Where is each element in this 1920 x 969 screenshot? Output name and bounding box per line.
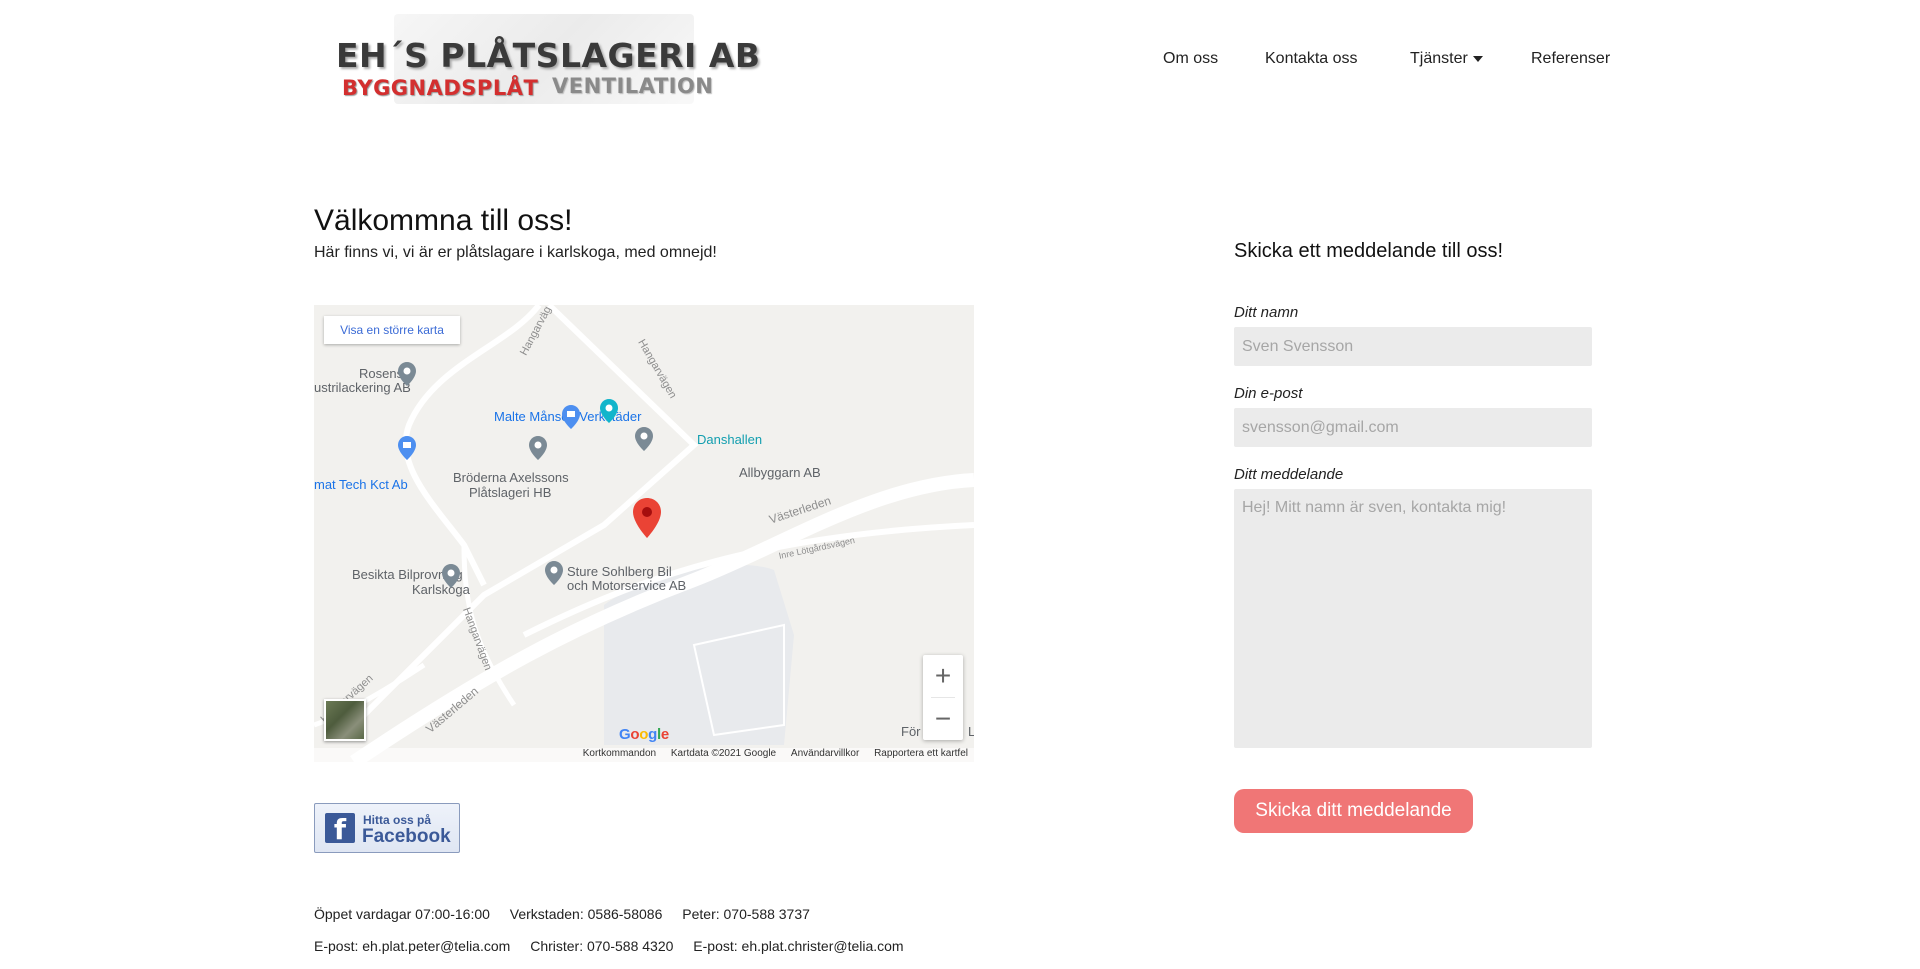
facebook-badge-button[interactable]: f Hitta oss på Facebook [314, 803, 460, 853]
map-data-text: Kartdata ©2021 Google [670, 748, 777, 759]
place-danshallen[interactable]: Danshallen [697, 432, 762, 447]
embedded-map[interactable]: Visa en större karta Rosensjö ustrilacke… [314, 305, 974, 762]
location-marker-icon[interactable] [633, 498, 661, 538]
nav-contact[interactable]: Kontakta oss [1265, 50, 1358, 68]
place-sture-2[interactable]: och Motorservice AB [567, 578, 686, 593]
contact-info-row-1: Öppet vardagar 07:00-16:00 Verkstaden: 0… [314, 906, 826, 922]
name-input[interactable] [1234, 327, 1592, 366]
place-axelssons-1[interactable]: Bröderna Axelssons [453, 470, 569, 485]
map-pin-gray-icon[interactable] [545, 561, 563, 585]
facebook-badge-line2: Facebook [362, 826, 451, 847]
christer-phone: Christer: 070-588 4320 [530, 938, 674, 954]
map-footer: Kortkommandon Kartdata ©2021 Google Anvä… [314, 748, 974, 762]
shop-pin-icon[interactable] [562, 405, 580, 429]
google-logo: Google [619, 726, 669, 743]
place-besikta-2[interactable]: Karlskoga [412, 582, 470, 597]
caret-down-icon [1472, 55, 1483, 62]
facebook-icon: f [325, 813, 355, 846]
contact-info-row-2: E-post: eh.plat.peter@telia.com Christer… [314, 938, 920, 954]
larger-map-button[interactable]: Visa en större karta [324, 316, 460, 344]
nav-about[interactable]: Om oss [1163, 50, 1218, 68]
submit-button[interactable]: Skicka ditt meddelande [1234, 789, 1473, 833]
name-label: Ditt namn [1234, 304, 1299, 321]
peter-phone: Peter: 070-588 3737 [682, 906, 810, 922]
nav-services-label: Tjänster [1410, 50, 1468, 67]
site-logo[interactable]: EH´S PLÅTSLAGERI AB BYGGNADSPLÅT VENTILA… [334, 14, 760, 104]
message-label: Ditt meddelande [1234, 466, 1344, 483]
place-for: För [901, 724, 921, 739]
email-input[interactable] [1234, 408, 1592, 447]
place-rosensjo-2[interactable]: ustrilackering AB [314, 380, 411, 395]
page-subtitle: Här finns vi, vi är er plåtslagare i kar… [314, 244, 717, 261]
workshop-phone: Verkstaden: 0586-58086 [509, 906, 663, 922]
dance-pin-icon[interactable] [600, 399, 618, 423]
page-title: Välkommna till oss! [314, 204, 573, 237]
place-l: L [968, 724, 974, 739]
place-axelssons-2[interactable]: Plåtslageri HB [469, 485, 551, 500]
peter-email[interactable]: E-post: eh.plat.peter@telia.com [314, 938, 510, 954]
map-zoom-controls: + − [923, 655, 963, 740]
email-label: Din e-post [1234, 385, 1303, 402]
map-shortcuts-link[interactable]: Kortkommandon [583, 748, 656, 759]
message-textarea[interactable] [1234, 489, 1592, 748]
place-tech-kct[interactable]: mat Tech Kct Ab [314, 477, 408, 492]
map-terms-link[interactable]: Användarvillkor [791, 748, 859, 759]
facebook-badge-line1: Hitta oss på [363, 813, 432, 827]
opening-hours: Öppet vardagar 07:00-16:00 [314, 906, 490, 922]
shop-pin-icon[interactable] [398, 436, 416, 460]
map-report-link[interactable]: Rapportera ett kartfel [874, 748, 968, 759]
map-pin-gray-icon[interactable] [398, 362, 416, 386]
logo-tagline-ventilation: VENTILATION [552, 74, 714, 98]
logo-tagline-byggnadsplat: BYGGNADSPLÅT [342, 76, 539, 100]
nav-references[interactable]: Referenser [1531, 50, 1610, 68]
satellite-view-toggle[interactable] [324, 699, 366, 741]
map-pin-gray-icon[interactable] [442, 564, 460, 588]
zoom-out-icon[interactable]: − [923, 698, 963, 740]
form-title: Skicka ett meddelande till oss! [1234, 240, 1504, 262]
christer-email[interactable]: E-post: eh.plat.christer@telia.com [693, 938, 903, 954]
map-pin-gray-icon[interactable] [635, 427, 653, 451]
map-pin-gray-icon[interactable] [529, 436, 547, 460]
place-sture-1[interactable]: Sture Sohlberg Bil [567, 564, 672, 579]
place-allbyggarn[interactable]: Allbyggarn AB [739, 465, 821, 480]
nav-services[interactable]: Tjänster [1410, 50, 1483, 68]
zoom-in-icon[interactable]: + [923, 655, 963, 697]
logo-company-name: EH´S PLÅTSLAGERI AB [336, 36, 761, 75]
